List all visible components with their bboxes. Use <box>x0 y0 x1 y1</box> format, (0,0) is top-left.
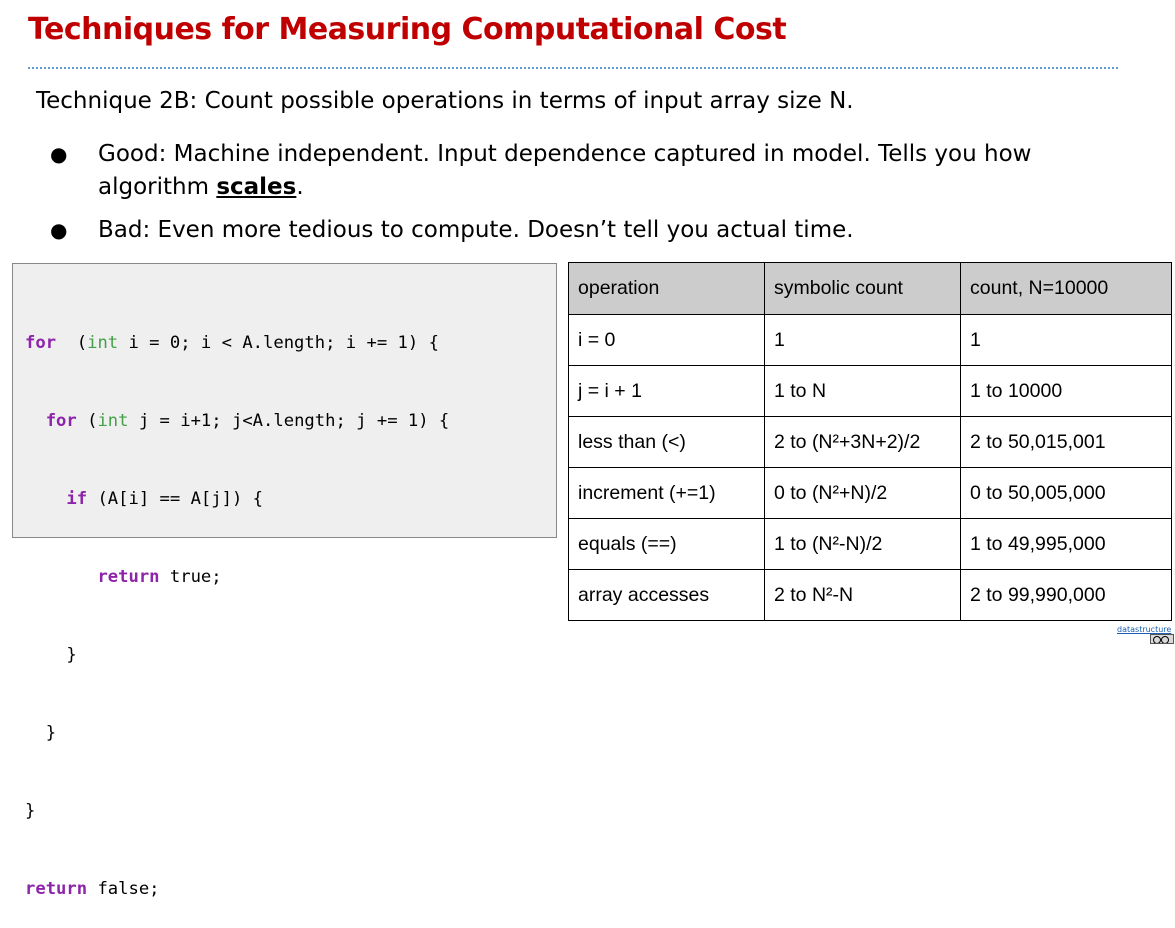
creative-commons-badge-icon <box>1150 634 1174 644</box>
table-cell: 0 to 50,005,000 <box>960 467 1172 519</box>
good-period: . <box>296 174 304 200</box>
table-cell: j = i + 1 <box>568 365 765 417</box>
table-cell: array accesses <box>568 569 765 621</box>
table-header-row: operation symbolic count count, N=10000 <box>568 262 1172 315</box>
code-text: } <box>25 723 57 743</box>
code-keyword: if <box>66 489 88 509</box>
code-keyword: for <box>45 411 77 431</box>
table-cell: 1 <box>764 314 961 366</box>
column-header: symbolic count <box>764 262 961 315</box>
table-row: less than (<) 2 to (N²+3N+2)/2 2 to 50,0… <box>568 416 1172 468</box>
operation-count-table: operation symbolic count count, N=10000 … <box>568 262 1172 621</box>
code-text: } <box>25 645 77 665</box>
code-line: return true; <box>25 564 556 590</box>
code-type: int <box>97 411 129 431</box>
table-cell: 2 to (N²+3N+2)/2 <box>764 416 961 468</box>
table-row: array accesses 2 to N²-N 2 to 99,990,000 <box>568 569 1172 621</box>
table-row: j = i + 1 1 to N 1 to 10000 <box>568 365 1172 417</box>
code-type: int <box>87 333 119 353</box>
code-text: true; <box>159 567 222 587</box>
table-row: equals (==) 1 to (N²-N)/2 1 to 49,995,00… <box>568 518 1172 570</box>
bad-bullet: ● Bad: Even more tedious to compute. Does… <box>46 214 1106 247</box>
table-cell: 1 to (N²-N)/2 <box>764 518 961 570</box>
table-cell: 0 to (N²+N)/2 <box>764 467 961 519</box>
bad-text: Bad: Even more tedious to compute. Doesn… <box>98 217 854 243</box>
pros-cons-list: ● Good: Machine independent. Input depend… <box>46 138 1106 257</box>
slide-title: Techniques for Measuring Computational C… <box>28 12 787 47</box>
table-cell: i = 0 <box>568 314 765 366</box>
code-line: if (A[i] == A[j]) { <box>25 486 556 512</box>
title-divider <box>28 67 1118 69</box>
cc-circle-icon <box>1161 636 1169 643</box>
bullet-dot-icon: ● <box>50 142 68 166</box>
code-text: ( <box>56 333 88 353</box>
datastructur-link[interactable]: datastructure <box>1117 625 1171 634</box>
code-text: i = 0; i < A.length; i += 1) { <box>118 333 439 353</box>
table-cell: 2 to 99,990,000 <box>960 569 1172 621</box>
code-keyword: return <box>97 567 160 587</box>
table-cell: 1 to N <box>764 365 961 417</box>
good-bullet: ● Good: Machine independent. Input depend… <box>46 138 1106 204</box>
table-cell: 1 <box>960 314 1172 366</box>
column-header: operation <box>568 262 765 315</box>
cc-circle-icon <box>1153 636 1161 643</box>
table-cell: 2 to N²-N <box>764 569 961 621</box>
code-keyword: for <box>25 333 57 353</box>
code-text: false; <box>87 879 160 899</box>
code-line: } <box>25 798 556 824</box>
code-text: ( <box>76 411 98 431</box>
code-text: } <box>25 801 36 821</box>
bullet-dot-icon: ● <box>50 218 68 242</box>
code-line: } <box>25 642 556 668</box>
table-cell: increment (+=1) <box>568 467 765 519</box>
code-keyword: return <box>25 879 88 899</box>
table-cell: 1 to 10000 <box>960 365 1172 417</box>
code-line: for (int i = 0; i < A.length; i += 1) { <box>25 330 556 356</box>
technique-description: Technique 2B: Count possible operations … <box>36 88 854 114</box>
table-cell: 2 to 50,015,001 <box>960 416 1172 468</box>
scales-emphasis: scales <box>216 174 297 200</box>
code-line: } <box>25 720 556 746</box>
code-block: for (int i = 0; i < A.length; i += 1) { … <box>12 263 557 899</box>
table-cell: equals (==) <box>568 518 765 570</box>
table-cell: less than (<) <box>568 416 765 468</box>
code-line: return false; <box>25 876 556 902</box>
table-row: increment (+=1) 0 to (N²+N)/2 0 to 50,00… <box>568 467 1172 519</box>
code-text: j = i+1; j<A.length; j += 1) { <box>128 411 450 431</box>
code-line: for (int j = i+1; j<A.length; j += 1) { <box>25 408 556 434</box>
column-header: count, N=10000 <box>960 262 1172 315</box>
code-text: (A[i] == A[j]) { <box>87 489 264 509</box>
table-cell: 1 to 49,995,000 <box>960 518 1172 570</box>
table-row: i = 0 1 1 <box>568 314 1172 366</box>
